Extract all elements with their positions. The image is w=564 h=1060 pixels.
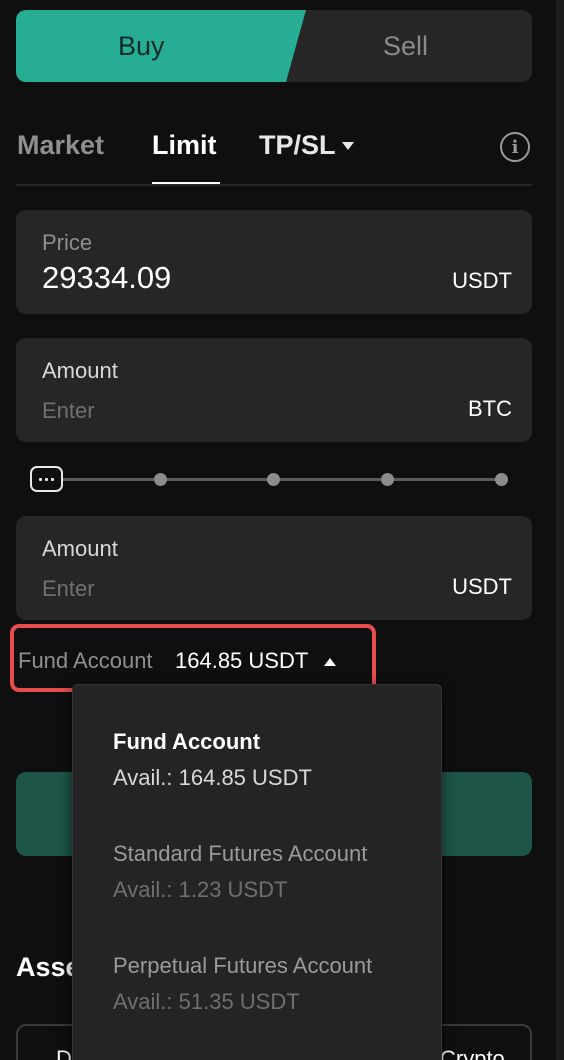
assets-tab-left[interactable]: D [56,1046,72,1060]
slider-handle-icon[interactable] [30,466,63,492]
account-dropdown: Fund Account Avail.: 164.85 USDT Standar… [72,684,442,1060]
info-icon[interactable]: i [500,132,530,162]
slider-step-25[interactable] [154,473,167,486]
amount-usdt-label: Amount [42,536,118,561]
amount-btc-unit: BTC [468,396,512,421]
trade-panel: Sell Buy Market Limit TP/SL i Price 2933… [0,0,564,1060]
order-type-tabs: Market Limit TP/SL i [16,118,532,186]
tab-market[interactable]: Market [17,130,104,161]
dropdown-item-fund-account[interactable]: Fund Account Avail.: 164.85 USDT [113,729,312,791]
dropdown-item-name: Fund Account [113,729,261,754]
sell-label: Sell [382,30,428,61]
amount-btc-field[interactable]: Amount Enter BTC [16,338,532,442]
slider-step-100[interactable] [495,473,508,486]
tab-limit[interactable]: Limit [152,130,217,161]
dropdown-item-name: Perpetual Futures Account [113,953,373,978]
buy-label: Buy [118,30,165,61]
slider-step-50[interactable] [267,473,280,486]
chevron-down-icon[interactable] [342,142,354,150]
fund-account-selector[interactable]: Fund Account 164.85 USDT [10,624,376,692]
amount-usdt-unit: USDT [452,574,512,599]
chevron-up-icon[interactable] [324,658,336,666]
price-field[interactable]: Price 29334.09 USDT [16,210,532,314]
tab-active-underline [152,182,220,184]
price-input[interactable]: 29334.09 [42,260,171,296]
fund-account-label: Fund Account [18,648,153,673]
amount-usdt-field[interactable]: Amount Enter USDT [16,516,532,620]
price-label: Price [42,230,93,255]
assets-title: Asse [16,952,81,982]
dropdown-item-avail: Avail.: 164.85 USDT [113,765,312,790]
amount-usdt-input[interactable]: Enter [42,576,95,602]
price-unit: USDT [452,268,512,293]
dropdown-item-standard-futures[interactable]: Standard Futures Account Avail.: 1.23 US… [113,841,367,903]
assets-tab-crypto[interactable]: Crypto [440,1046,505,1060]
dropdown-item-perpetual-futures[interactable]: Perpetual Futures Account Avail.: 51.35 … [113,953,372,1015]
amount-btc-label: Amount [42,358,118,383]
slider-step-75[interactable] [381,473,394,486]
amount-btc-input[interactable]: Enter [42,398,95,424]
buy-button[interactable]: Buy [16,10,306,82]
dropdown-item-name: Standard Futures Account [113,841,368,866]
right-edge [556,0,564,1060]
tab-tpsl[interactable]: TP/SL [259,130,336,161]
amount-slider[interactable] [30,464,510,494]
dropdown-item-avail: Avail.: 51.35 USDT [113,989,300,1014]
side-toggle: Sell Buy [16,10,532,82]
fund-account-balance: 164.85 USDT [175,648,309,673]
dropdown-item-avail: Avail.: 1.23 USDT [113,877,288,902]
